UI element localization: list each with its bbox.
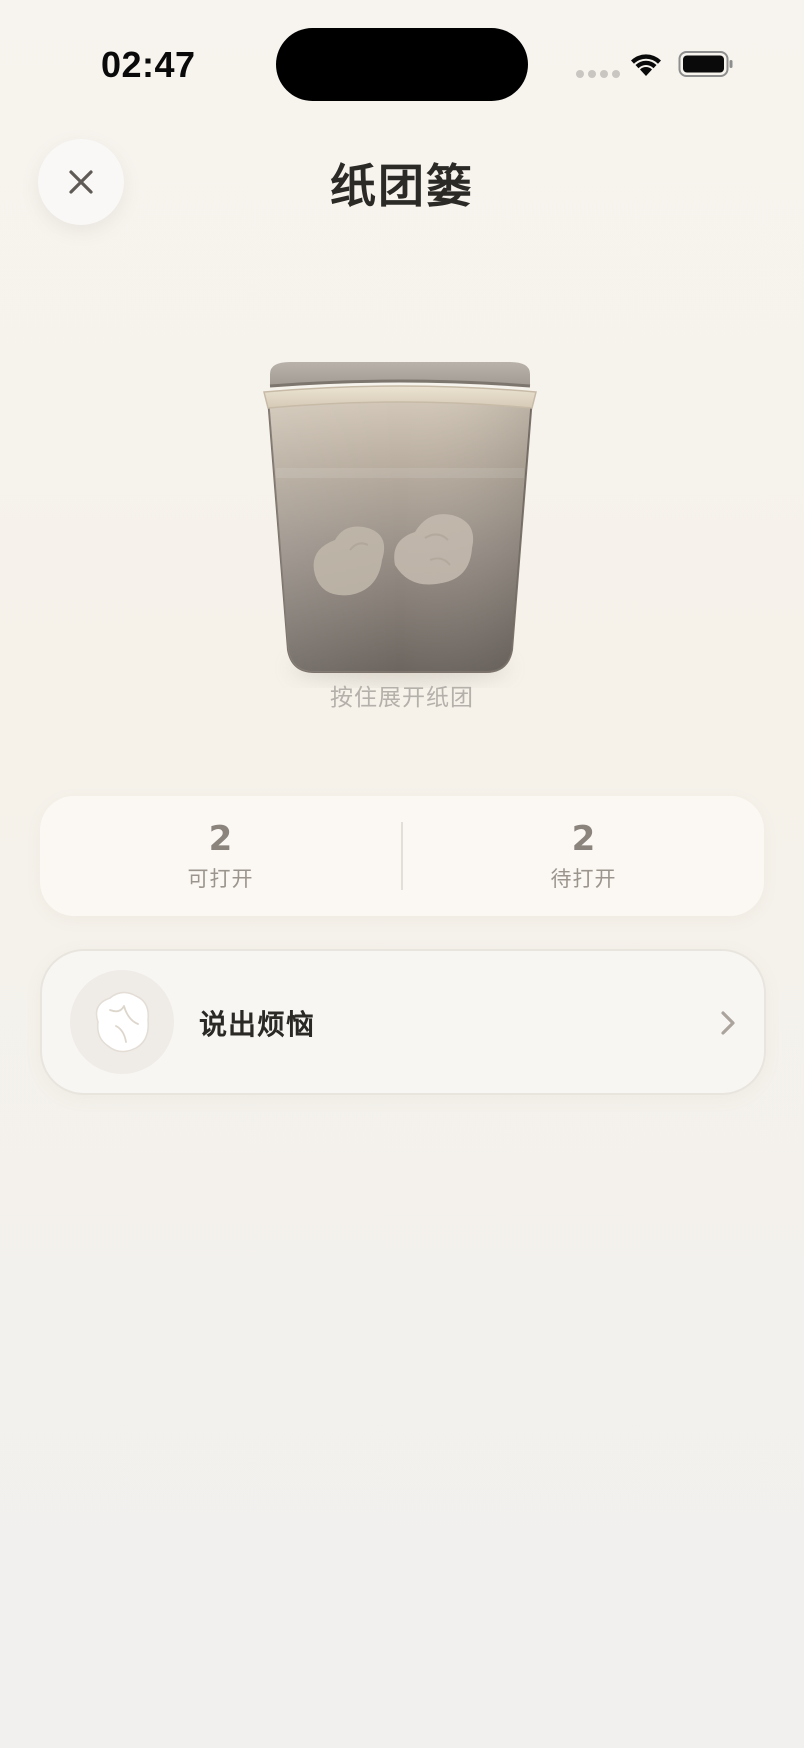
page-title: 纸团篓 xyxy=(330,159,474,213)
dynamic-island xyxy=(276,28,528,101)
crumpled-paper-icon xyxy=(95,991,149,1053)
stat-pending-label: 待打开 xyxy=(550,867,617,891)
stat-pending: 2 待打开 xyxy=(403,819,764,893)
cellular-signal-icon xyxy=(576,70,620,78)
stat-pending-value: 2 xyxy=(571,819,596,859)
crumpled-paper-avatar xyxy=(70,970,174,1074)
vent-action-label: 说出烦恼 xyxy=(199,1008,316,1041)
battery-icon xyxy=(678,51,733,77)
status-time: 02:47 xyxy=(101,44,196,85)
basket-hint: 按住展开纸团 xyxy=(330,685,474,711)
stat-openable-value: 2 xyxy=(208,819,233,859)
paper-basket-icon[interactable] xyxy=(250,350,550,690)
stat-openable: 2 可打开 xyxy=(40,819,401,893)
stat-openable-label: 可打开 xyxy=(187,867,254,891)
wifi-icon xyxy=(631,54,661,76)
vent-action-button[interactable]: 说出烦恼 xyxy=(40,949,766,1095)
stats-card: 2 可打开 2 待打开 xyxy=(40,796,764,916)
chevron-right-icon xyxy=(721,1011,735,1035)
status-bar: 02:47 xyxy=(0,0,804,130)
